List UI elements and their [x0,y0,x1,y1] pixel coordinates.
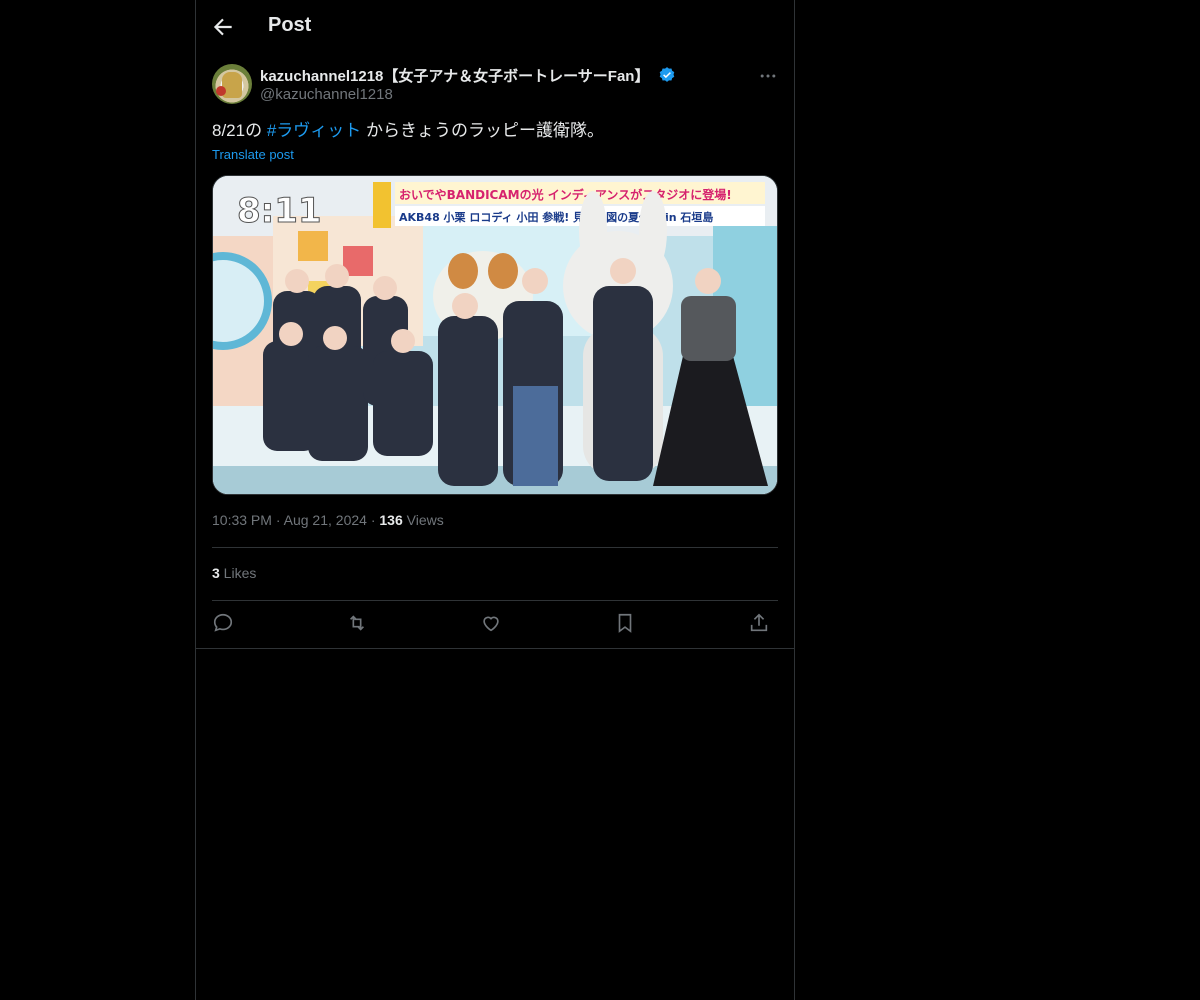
arrow-left-icon[interactable] [210,14,236,40]
header: Post [196,0,794,53]
repost-icon[interactable] [346,612,372,638]
translate-link[interactable]: Translate post [212,147,294,162]
views-label: Views [402,512,444,528]
post-text-prefix: 8/21の [212,121,267,140]
author-name[interactable]: kazuchannel1218【女子アナ＆女子ボートレーサーFan】 [260,65,649,86]
meta-separator: · [275,512,281,528]
post-text-suffix: からきょうのラッピー護衛隊。 [361,121,605,140]
post-column: Post kazuchannel1218【女子アナ＆女子ボートレーサーFan】 … [195,0,795,1000]
more-horizontal-icon[interactable] [758,66,778,86]
post-time[interactable]: 10:33 PM [212,512,272,528]
likes-count: 3 [212,565,220,581]
post-meta: 10:33 PM · Aug 21, 2024 · 136 Views [212,512,444,528]
like-icon[interactable] [480,612,506,638]
action-bar [212,612,778,638]
post-text: 8/21の #ラヴィット からきょうのラッピー護衛隊。 [212,120,604,142]
bookmark-icon[interactable] [614,612,640,638]
divider [196,648,794,649]
clock-label: 8:11 [237,191,322,231]
page-title: Post [268,14,312,36]
meta-separator: · [370,512,376,528]
author-handle[interactable]: @kazuchannel1218 [260,86,393,103]
verified-badge-icon [658,66,676,84]
share-icon[interactable] [748,612,774,638]
banner-line1: おいでやBANDICAMの光 インディアンスがスタジオに登場! [399,187,732,202]
reply-icon[interactable] [212,612,238,638]
avatar[interactable] [212,64,252,104]
author-row: kazuchannel1218【女子アナ＆女子ボートレーサーFan】 @kazu… [212,64,778,108]
likes-stat[interactable]: 3 Likes [212,565,256,581]
divider [212,547,778,548]
divider [212,600,778,601]
post-image[interactable]: おいでやBANDICAMの光 インディアンスがスタジオに登場! AKB48 小栗… [212,175,778,495]
hashtag-link[interactable]: #ラヴィット [267,121,361,140]
post-date[interactable]: Aug 21, 2024 [284,512,367,528]
views-count: 136 [379,512,403,528]
likes-label: Likes [219,565,257,581]
